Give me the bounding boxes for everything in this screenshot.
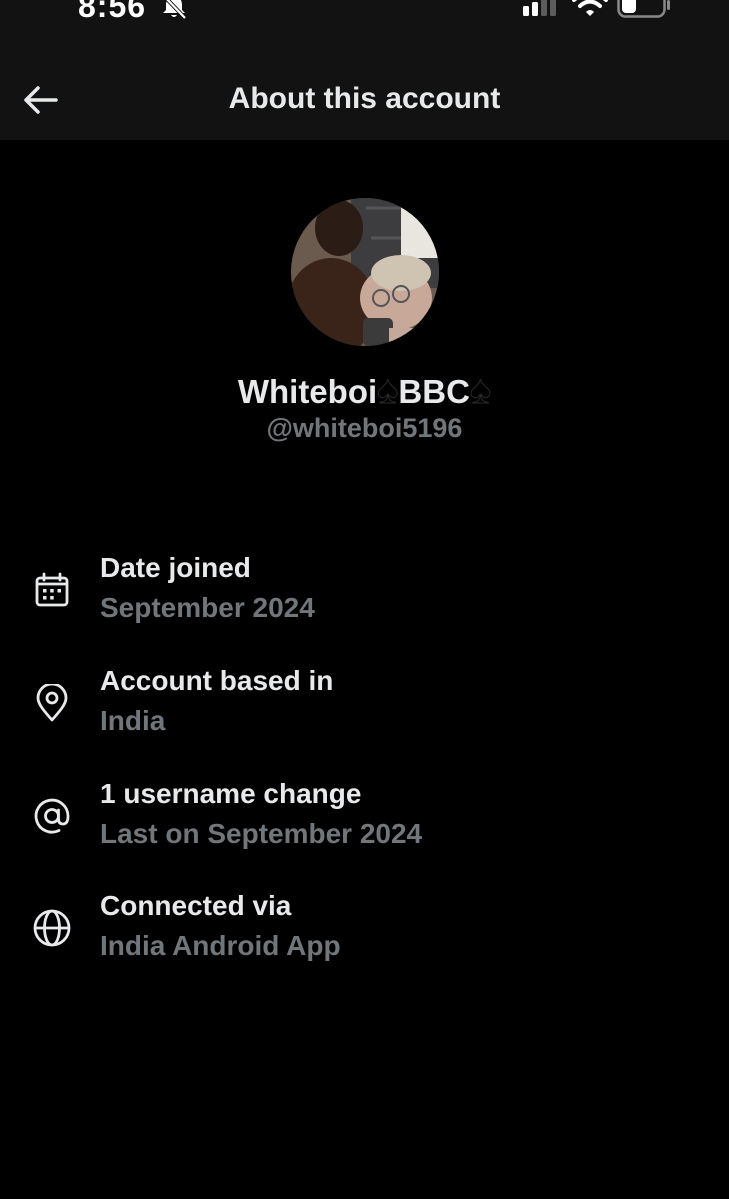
bell-off-icon — [160, 0, 188, 25]
spade-icon: ♠ — [377, 368, 399, 413]
info-item-username-change: 1 username change Last on September 2024 — [0, 774, 729, 864]
signal-icon — [522, 0, 562, 21]
username-handle: @whiteboi5196 — [266, 413, 463, 443]
display-name: Whiteboi♠BBC♠ — [0, 368, 729, 413]
info-value: September 2024 — [100, 592, 315, 623]
wifi-icon — [572, 0, 608, 21]
at-sign-icon — [30, 794, 74, 838]
status-bar: 8:56 — [0, 0, 729, 40]
top-app-bar: About this account — [0, 40, 729, 140]
location-pin-icon — [30, 681, 74, 725]
info-value: Last on September 2024 — [100, 818, 423, 849]
info-value: India Android App — [100, 930, 341, 961]
page-title: About this account — [228, 82, 501, 115]
display-name-part-2: BBC — [398, 373, 470, 410]
spade-icon: ♠ — [469, 368, 492, 413]
status-time: 8:56 — [78, 0, 147, 24]
info-label: Connected via — [100, 890, 292, 921]
info-label: 1 username change — [100, 778, 362, 809]
info-item-date-joined: Date joined September 2024 — [0, 548, 729, 638]
battery-icon — [617, 0, 671, 23]
globe-icon — [30, 906, 74, 950]
display-name-part-1: Whiteboi — [237, 373, 378, 410]
calendar-icon — [30, 568, 74, 612]
info-item-connected-via: Connected via India Android App — [0, 886, 729, 976]
info-label: Date joined — [100, 552, 251, 583]
info-item-account-based-in: Account based in India — [0, 661, 729, 751]
info-label: Account based in — [100, 665, 334, 696]
avatar[interactable] — [291, 198, 439, 346]
info-value: India — [100, 705, 166, 736]
